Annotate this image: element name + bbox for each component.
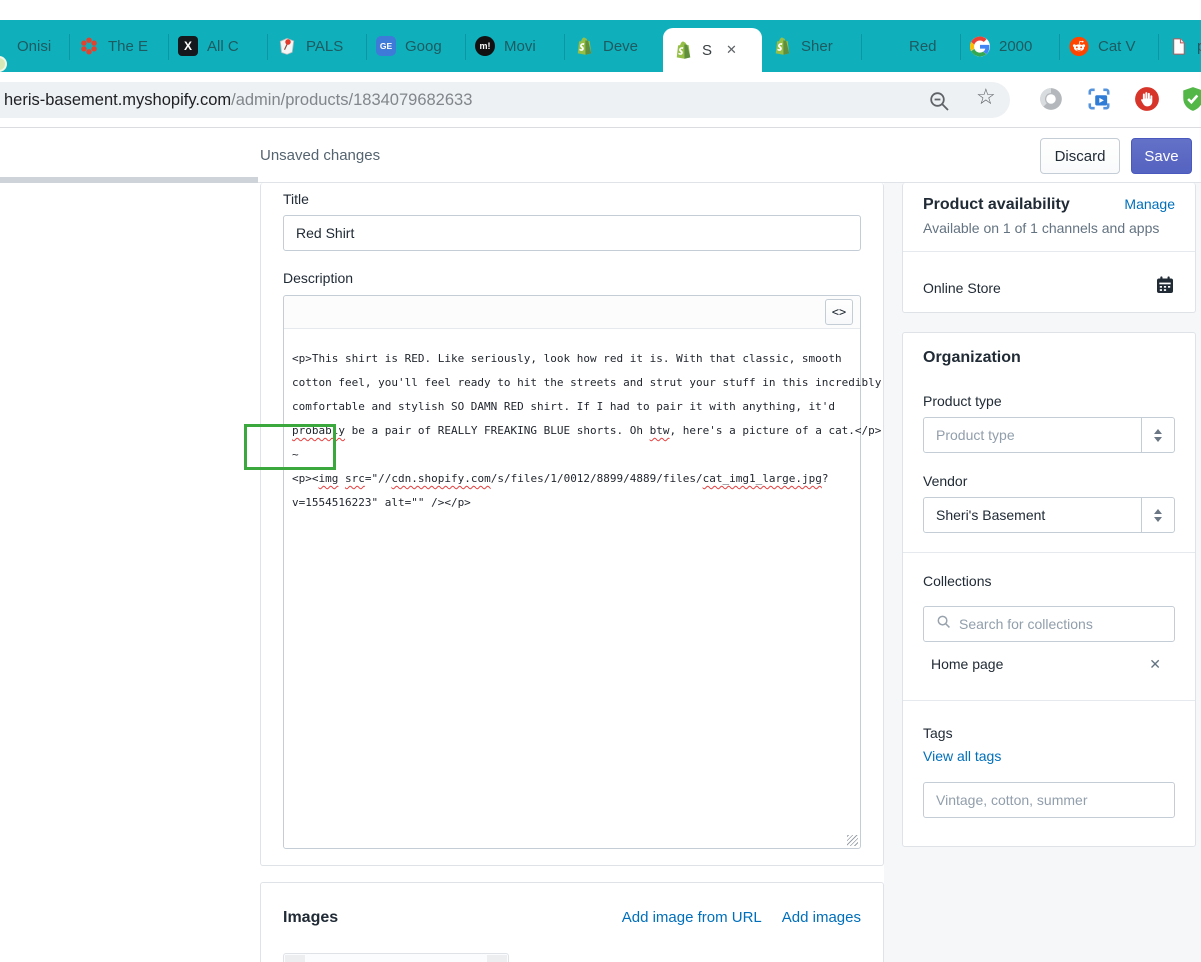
x-social-icon: X xyxy=(178,36,198,56)
tab-close-icon[interactable]: ✕ xyxy=(726,42,737,58)
save-button[interactable]: Save xyxy=(1131,138,1192,174)
browser-window: Onisi The E X All C PALS GE Goog m! Movi xyxy=(0,0,1201,962)
stepper-arrows-icon[interactable] xyxy=(1141,418,1174,452)
extension-screenshot-icon[interactable] xyxy=(1086,86,1112,112)
calendar-icon[interactable] xyxy=(1155,275,1175,300)
extension-shield-check-icon[interactable] xyxy=(1180,86,1201,112)
browser-tab-deve[interactable]: Deve xyxy=(564,20,663,72)
collections-search-input[interactable] xyxy=(959,616,1164,632)
code-line: probably be a pair of REALLY FREAKING BL… xyxy=(292,424,882,437)
show-html-button[interactable]: <> xyxy=(825,299,853,325)
page-url: heris-basement.myshopify.com/admin/produ… xyxy=(4,90,473,109)
organization-title: Organization xyxy=(923,349,1021,366)
remove-collection-icon[interactable]: ✕ xyxy=(1141,652,1169,677)
description-label: Description xyxy=(283,270,354,286)
google-icon xyxy=(970,36,990,56)
browser-tab-cat[interactable]: Cat V xyxy=(1059,20,1158,72)
browser-tab-active-shopify[interactable]: S ✕ xyxy=(663,28,762,72)
product-type-label: Product type xyxy=(923,393,1002,409)
map-pin-icon xyxy=(277,36,297,56)
editor-resize-handle[interactable] xyxy=(847,835,858,846)
google-ge-icon: GE xyxy=(376,36,396,56)
view-all-tags-link[interactable]: View all tags xyxy=(923,748,1001,764)
browser-tab-2000[interactable]: 2000 xyxy=(960,20,1059,72)
collection-item-row: Home page ✕ xyxy=(923,642,1175,686)
browser-tab-pals[interactable]: PALS xyxy=(267,20,366,72)
product-details-card: Title Description <> <p>This shirt is RE… xyxy=(260,183,884,866)
browser-tab-onisi[interactable]: Onisi xyxy=(0,20,69,72)
browser-tab-red[interactable]: Red xyxy=(861,20,960,72)
code-line: <p><img src="//cdn.shopify.com/s/files/1… xyxy=(292,472,829,485)
bookmark-star-icon[interactable]: ☆ xyxy=(976,84,996,110)
code-line: v=1554516223" alt="" /></p> xyxy=(292,496,471,509)
extension-donut-icon[interactable] xyxy=(1038,86,1064,112)
tags-input[interactable] xyxy=(923,782,1175,818)
product-availability-card: Product availability Manage Available on… xyxy=(902,183,1196,313)
shopify-bag-icon xyxy=(673,40,693,60)
thumbnail-corner xyxy=(487,955,507,962)
collection-item-label: Home page xyxy=(931,656,1004,672)
thumbnail-corner xyxy=(285,955,305,962)
code-line: comfortable and stylish SO DAMN RED shir… xyxy=(292,400,836,413)
availability-title: Product availability xyxy=(923,196,1070,213)
product-type-select[interactable]: Product type xyxy=(923,417,1175,453)
add-image-from-url-link[interactable]: Add image from URL xyxy=(622,909,762,926)
unsaved-changes-status: Unsaved changes xyxy=(260,147,381,164)
images-card: Images Add image from URL Add images xyxy=(260,882,884,962)
image-thumbnail-partial[interactable] xyxy=(283,953,509,962)
add-images-link[interactable]: Add images xyxy=(782,909,861,926)
browser-tab-doc[interactable]: p xyxy=(1158,20,1201,72)
shopify-bag-icon xyxy=(574,36,594,56)
zoom-out-icon[interactable] xyxy=(927,89,951,113)
browser-tab-goog[interactable]: GE Goog xyxy=(366,20,465,72)
code-line: <p>This shirt is RED. Like seriously, lo… xyxy=(292,352,842,365)
browser-tab-bar: Onisi The E X All C PALS GE Goog m! Movi xyxy=(0,20,1201,72)
organization-card: Organization Product type Product type V… xyxy=(902,332,1196,847)
title-input[interactable] xyxy=(283,215,861,251)
vendor-label: Vendor xyxy=(923,473,968,489)
description-editor: <> <p>This shirt is RED. Like seriously,… xyxy=(283,295,882,849)
discard-button[interactable]: Discard xyxy=(1040,138,1120,174)
browser-tab-allc[interactable]: X All C xyxy=(168,20,267,72)
channel-online-store: Online Store xyxy=(923,279,1001,296)
code-line: ~ xyxy=(292,448,299,461)
address-bar[interactable]: heris-basement.myshopify.com/admin/produ… xyxy=(0,82,1010,118)
description-code-textarea[interactable]: <p>This shirt is RED. Like seriously, lo… xyxy=(284,329,882,515)
page-content: Title Description <> <p>This shirt is RE… xyxy=(0,183,1201,962)
collections-label: Collections xyxy=(923,573,992,589)
editor-toolbar: <> xyxy=(284,296,860,329)
shopify-bag-icon xyxy=(772,36,792,56)
browser-tab-the[interactable]: The E xyxy=(69,20,168,72)
title-label: Title xyxy=(283,191,309,207)
reddit-icon xyxy=(1069,36,1089,56)
stepper-arrows-icon[interactable] xyxy=(1141,498,1174,532)
vendor-select[interactable]: Sheri's Basement xyxy=(923,497,1175,533)
availability-subtitle: Available on 1 of 1 channels and apps xyxy=(923,220,1160,236)
save-bar: Unsaved changes Discard Save xyxy=(0,128,1201,183)
search-icon xyxy=(936,614,951,634)
collections-search[interactable] xyxy=(923,606,1175,642)
tags-label: Tags xyxy=(923,725,953,741)
extension-stop-hand-icon[interactable] xyxy=(1134,86,1160,112)
images-title: Images xyxy=(283,909,339,926)
browser-url-row: heris-basement.myshopify.com/admin/produ… xyxy=(0,72,1201,128)
document-icon xyxy=(1168,36,1188,56)
manage-link[interactable]: Manage xyxy=(1124,196,1175,212)
movie-site-icon: m! xyxy=(475,36,495,56)
browser-tab-movi[interactable]: m! Movi xyxy=(465,20,564,72)
browser-tab-sher[interactable]: Sher xyxy=(762,20,861,72)
code-line: cotton feel, you'll feel ready to hit th… xyxy=(292,376,882,389)
red-flower-icon xyxy=(79,36,99,56)
